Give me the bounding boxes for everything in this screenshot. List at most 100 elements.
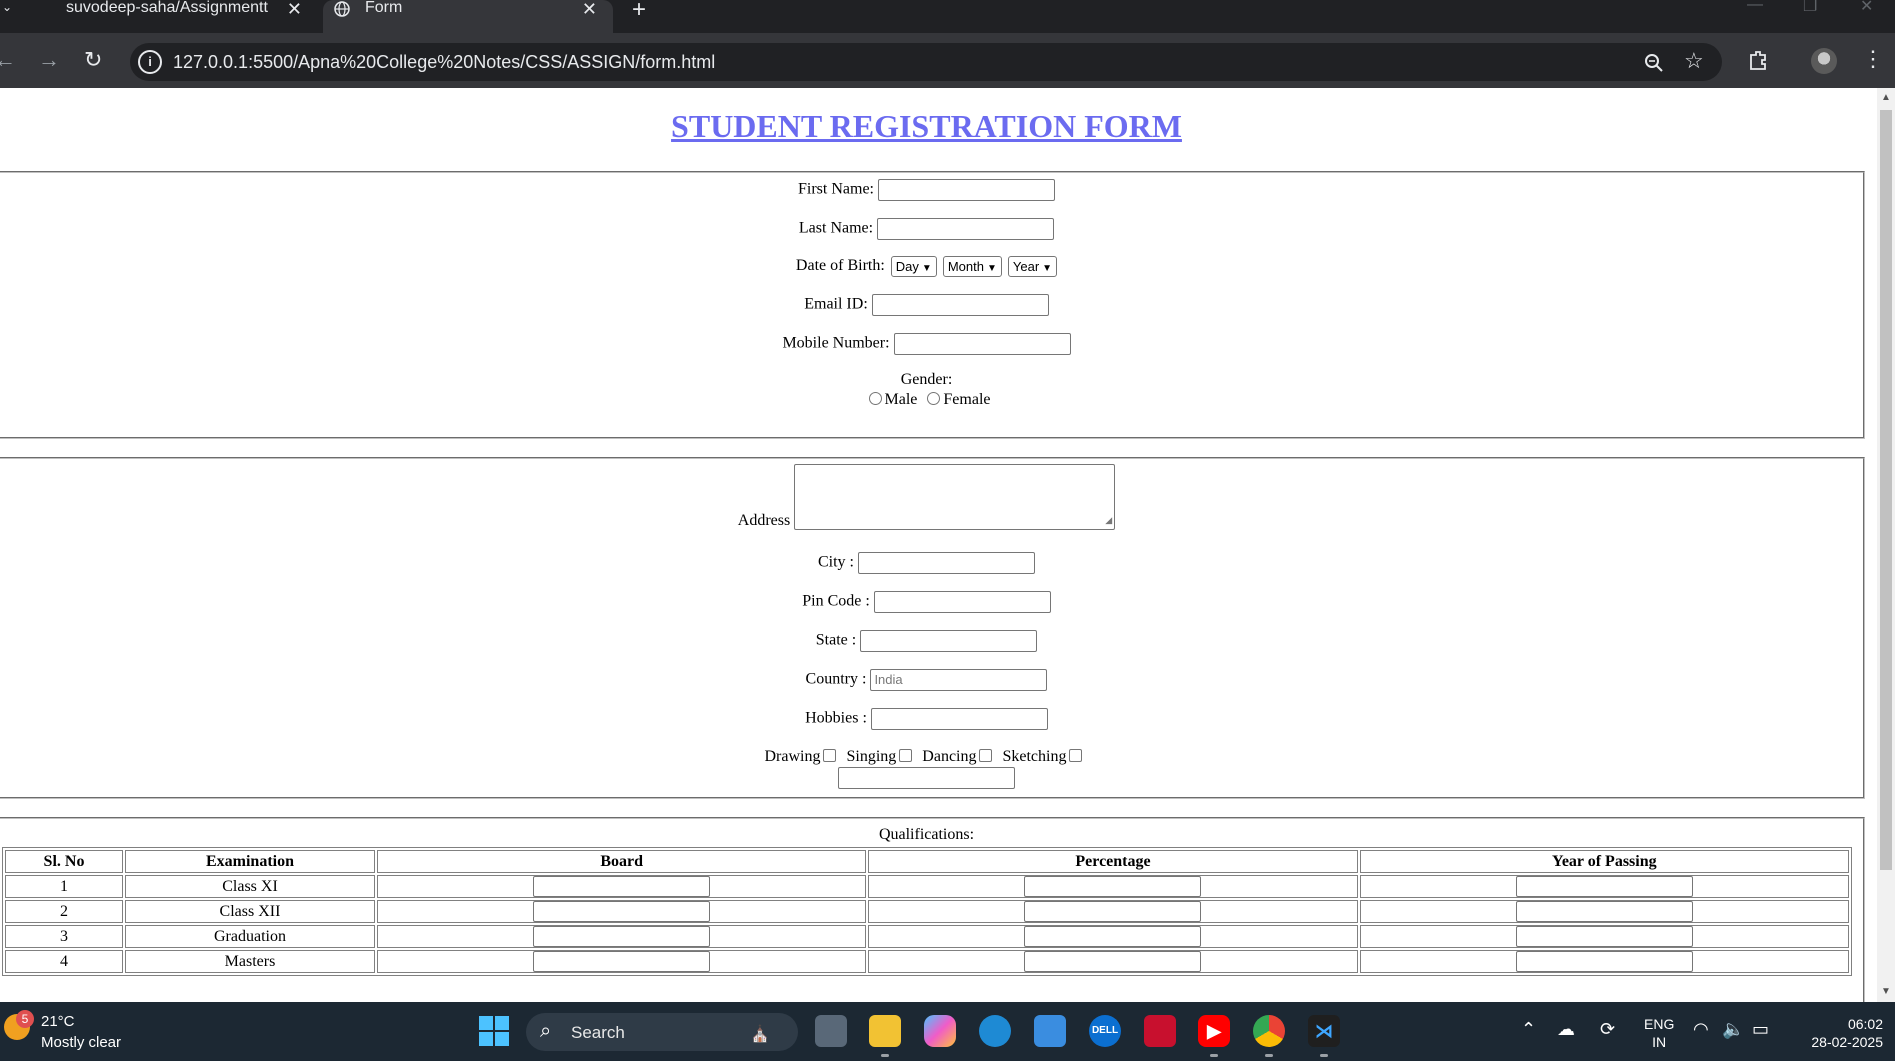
mcafee-icon[interactable] xyxy=(1144,1015,1176,1047)
gender-male-radio[interactable] xyxy=(868,392,882,405)
cell-percentage xyxy=(868,875,1358,898)
youtube-icon[interactable]: ▶ xyxy=(1198,1015,1230,1047)
year-input[interactable] xyxy=(1515,876,1693,897)
cell-year xyxy=(1359,950,1849,973)
mobile-input[interactable] xyxy=(893,333,1071,355)
cell-examination: Class XI xyxy=(125,875,375,898)
restore-icon[interactable]: ❐ xyxy=(1803,0,1817,16)
site-info-icon[interactable]: i xyxy=(138,50,162,74)
gender-female-label: Female xyxy=(943,391,991,408)
volume-icon[interactable]: 🔈 xyxy=(1722,1019,1744,1040)
new-tab-icon[interactable]: + xyxy=(632,0,646,24)
zoom-icon[interactable] xyxy=(1644,53,1664,73)
dob-month-select[interactable]: Month ▼ xyxy=(942,256,1002,277)
page-scrollbar[interactable]: ▲ ▼ xyxy=(1877,88,1895,1002)
sync-icon[interactable]: ⟳ xyxy=(1600,1019,1615,1040)
hobby-singing-checkbox[interactable] xyxy=(899,749,913,762)
state-row: State : xyxy=(0,630,1853,652)
wifi-icon[interactable]: ◠ xyxy=(1693,1019,1709,1040)
copilot-icon[interactable] xyxy=(924,1015,956,1047)
hobby-drawing-checkbox[interactable] xyxy=(823,749,837,762)
cell-board xyxy=(377,900,867,923)
tab-form[interactable]: Form ✕ xyxy=(323,0,613,33)
weather-temp[interactable]: 21°C xyxy=(41,1013,75,1030)
hobby-sketching-checkbox[interactable] xyxy=(1069,749,1083,762)
year-input[interactable] xyxy=(1515,901,1693,922)
resize-grip-icon[interactable]: ◢ xyxy=(1105,511,1112,529)
board-input[interactable] xyxy=(533,926,711,947)
percentage-input[interactable] xyxy=(1024,901,1202,922)
gender-female-radio[interactable] xyxy=(927,392,941,405)
scroll-thumb[interactable] xyxy=(1880,110,1892,870)
last-name-input[interactable] xyxy=(877,218,1055,240)
chevron-down-icon: ▼ xyxy=(1042,263,1053,274)
dob-year-select[interactable]: Year ▼ xyxy=(1007,256,1058,277)
close-window-icon[interactable]: ✕ xyxy=(1860,0,1873,16)
qualifications-caption: Qualifications: xyxy=(878,826,975,843)
cell-year xyxy=(1359,900,1849,923)
percentage-input[interactable] xyxy=(1024,876,1202,897)
extensions-icon[interactable] xyxy=(1747,49,1769,71)
dob-month-value: Month xyxy=(947,259,984,274)
vscode-icon[interactable]: ⋊ xyxy=(1308,1015,1340,1047)
hobby-drawing-label: Drawing xyxy=(764,748,821,765)
taskbar-search[interactable]: ⌕ Search ⛪ xyxy=(526,1013,798,1051)
language-indicator[interactable]: ENG IN xyxy=(1644,1015,1674,1051)
store-icon[interactable] xyxy=(1034,1015,1066,1047)
year-input[interactable] xyxy=(1515,951,1693,972)
clock[interactable]: 06:02 28-02-2025 xyxy=(1793,1015,1883,1051)
city-input[interactable] xyxy=(858,552,1035,574)
windows-start-icon[interactable] xyxy=(479,1016,509,1046)
edge-icon[interactable] xyxy=(979,1015,1011,1047)
bookmark-star-icon[interactable]: ☆ xyxy=(1684,48,1704,74)
tab-github[interactable]: ⌄ suvodeep-saha/Assignmentt ✕ xyxy=(0,0,318,33)
city-row: City : xyxy=(0,552,1853,574)
reload-icon[interactable]: ↻ xyxy=(84,47,102,73)
scroll-up-icon[interactable]: ▲ xyxy=(1881,92,1891,103)
percentage-input[interactable] xyxy=(1024,951,1202,972)
cell-examination: Masters xyxy=(125,950,375,973)
hobbies-row: Hobbies : xyxy=(0,708,1853,730)
dell-icon[interactable]: DELL xyxy=(1089,1015,1121,1047)
address-textarea[interactable]: ◢ xyxy=(794,464,1116,530)
running-indicator xyxy=(1320,1054,1328,1057)
chevron-down-icon: ▼ xyxy=(921,263,932,274)
state-input[interactable] xyxy=(860,630,1038,652)
year-input[interactable] xyxy=(1515,926,1693,947)
gender-male-label: Male xyxy=(884,391,918,408)
country-label: Country : xyxy=(805,670,867,688)
profile-avatar[interactable] xyxy=(1811,48,1837,74)
hobby-dancing-checkbox[interactable] xyxy=(979,749,993,762)
dob-day-select[interactable]: Day ▼ xyxy=(890,256,937,277)
weather-desc[interactable]: Mostly clear xyxy=(41,1034,121,1051)
pin-input[interactable] xyxy=(873,591,1051,613)
show-hidden-icons-icon[interactable]: ⌃ xyxy=(1521,1019,1536,1040)
file-explorer-icon[interactable] xyxy=(869,1015,901,1047)
task-view-icon[interactable] xyxy=(815,1015,847,1047)
city-label: City : xyxy=(817,553,854,571)
battery-icon[interactable]: ▭ xyxy=(1752,1019,1769,1040)
board-input[interactable] xyxy=(533,951,711,972)
board-input[interactable] xyxy=(533,876,711,897)
percentage-input[interactable] xyxy=(1024,926,1202,947)
hobby-other-input[interactable] xyxy=(838,767,1015,789)
address-label: Address xyxy=(737,512,791,529)
country-input[interactable]: India xyxy=(870,669,1048,691)
hobbies-input[interactable] xyxy=(870,708,1048,730)
scroll-down-icon[interactable]: ▼ xyxy=(1881,986,1891,997)
forward-icon[interactable]: → xyxy=(38,47,60,73)
close-tab-icon[interactable]: ✕ xyxy=(582,0,597,20)
address-bar[interactable]: i 127.0.0.1:5500/Apna%20College%20Notes/… xyxy=(130,43,1722,81)
menu-dots-icon[interactable]: ⋮ xyxy=(1862,46,1884,72)
windows-taskbar: 5 21°C Mostly clear ⌕ Search ⛪ DELL ▶ ⋊ … xyxy=(0,1002,1895,1061)
board-input[interactable] xyxy=(533,901,711,922)
chrome-icon[interactable] xyxy=(1253,1015,1285,1047)
email-input[interactable] xyxy=(871,294,1049,316)
minimize-icon[interactable]: — xyxy=(1747,0,1763,14)
first-name-input[interactable] xyxy=(878,179,1055,201)
back-icon[interactable]: ← xyxy=(0,47,16,73)
tab-search-chevron-icon[interactable]: ⌄ xyxy=(2,0,12,14)
onedrive-icon[interactable]: ☁ xyxy=(1557,1019,1575,1040)
close-tab-icon[interactable]: ✕ xyxy=(287,0,302,20)
address-row: Address ◢ xyxy=(0,464,1853,530)
